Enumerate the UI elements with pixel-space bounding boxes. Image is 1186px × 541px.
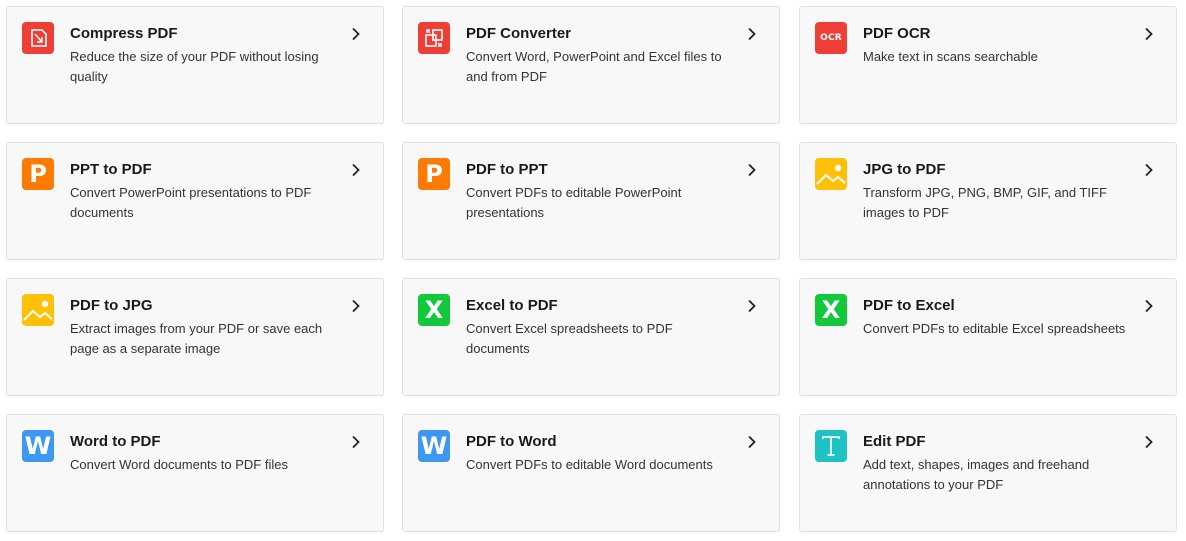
chevron-right-icon <box>352 299 360 313</box>
tool-title: Compress PDF <box>70 25 178 42</box>
chevron-right-icon <box>748 27 756 41</box>
tool-description: Convert PowerPoint presentations to PDF … <box>70 185 312 220</box>
tool-card-compress-pdf[interactable]: Compress PDF Reduce the size of your PDF… <box>6 6 384 124</box>
tool-title: PDF to Word <box>466 433 557 450</box>
chevron-right-icon <box>352 27 360 41</box>
tool-description: Extract images from your PDF or save eac… <box>70 321 323 356</box>
tool-description: Reduce the size of your PDF without losi… <box>70 49 319 84</box>
tool-title: Excel to PDF <box>466 297 558 314</box>
tool-description: Convert PDFs to editable Excel spreadshe… <box>863 321 1126 336</box>
chevron-right-icon <box>1145 299 1153 313</box>
tool-title: PDF to JPG <box>70 297 153 314</box>
tool-title: PDF to Excel <box>863 297 955 314</box>
chevron-right-icon <box>1145 163 1153 177</box>
tool-card-edit-pdf[interactable]: Edit PDF Add text, shapes, images and fr… <box>799 414 1177 532</box>
image-icon <box>22 294 54 326</box>
tool-card-pdf-converter[interactable]: PDF Converter Convert Word, PowerPoint a… <box>402 6 780 124</box>
tool-title: PPT to PDF <box>70 161 152 178</box>
tool-card-ppt-to-pdf[interactable]: P PPT to PDF Convert PowerPoint presenta… <box>6 142 384 260</box>
tool-card-jpg-to-pdf[interactable]: JPG to PDF Transform JPG, PNG, BMP, GIF,… <box>799 142 1177 260</box>
excel-icon: X <box>418 294 450 326</box>
ocr-icon: OCR <box>815 22 847 54</box>
tool-description: Convert Excel spreadsheets to PDF docume… <box>466 321 673 356</box>
word-icon: W <box>22 430 54 462</box>
tool-description: Transform JPG, PNG, BMP, GIF, and TIFF i… <box>863 185 1107 220</box>
tools-grid: Compress PDF Reduce the size of your PDF… <box>0 0 1186 541</box>
tool-description: Convert PDFs to editable PowerPoint pres… <box>466 185 682 220</box>
chevron-right-icon <box>352 435 360 449</box>
tool-card-pdf-ocr[interactable]: OCR PDF OCR Make text in scans searchabl… <box>799 6 1177 124</box>
tool-title: JPG to PDF <box>863 161 946 178</box>
tool-card-pdf-to-excel[interactable]: X PDF to Excel Convert PDFs to editable … <box>799 278 1177 396</box>
tool-description: Convert Word documents to PDF files <box>70 457 288 472</box>
tool-description: Add text, shapes, images and freehand an… <box>863 457 1090 492</box>
excel-icon: X <box>815 294 847 326</box>
chevron-right-icon <box>1145 27 1153 41</box>
tool-card-pdf-to-word[interactable]: W PDF to Word Convert PDFs to editable W… <box>402 414 780 532</box>
word-icon: W <box>418 430 450 462</box>
powerpoint-icon: P <box>418 158 450 190</box>
tool-title: Edit PDF <box>863 433 926 450</box>
chevron-right-icon <box>1145 435 1153 449</box>
powerpoint-icon: P <box>22 158 54 190</box>
image-icon <box>815 158 847 190</box>
tool-card-pdf-to-ppt[interactable]: P PDF to PPT Convert PDFs to editable Po… <box>402 142 780 260</box>
tool-description: Convert PDFs to editable Word documents <box>466 457 713 472</box>
tool-card-word-to-pdf[interactable]: W Word to PDF Convert Word documents to … <box>6 414 384 532</box>
tool-card-excel-to-pdf[interactable]: X Excel to PDF Convert Excel spreadsheet… <box>402 278 780 396</box>
compress-icon <box>22 22 54 54</box>
tool-description: Convert Word, PowerPoint and Excel files… <box>466 49 722 84</box>
tool-card-pdf-to-jpg[interactable]: PDF to JPG Extract images from your PDF … <box>6 278 384 396</box>
tool-title: PDF OCR <box>863 25 931 42</box>
tool-title: Word to PDF <box>70 433 161 450</box>
chevron-right-icon <box>748 163 756 177</box>
chevron-right-icon <box>748 435 756 449</box>
text-edit-icon <box>815 430 847 462</box>
chevron-right-icon <box>352 163 360 177</box>
convert-icon <box>418 22 450 54</box>
tool-title: PDF Converter <box>466 25 572 42</box>
tool-description: Make text in scans searchable <box>863 49 1038 64</box>
tool-title: PDF to PPT <box>466 161 548 178</box>
chevron-right-icon <box>748 299 756 313</box>
